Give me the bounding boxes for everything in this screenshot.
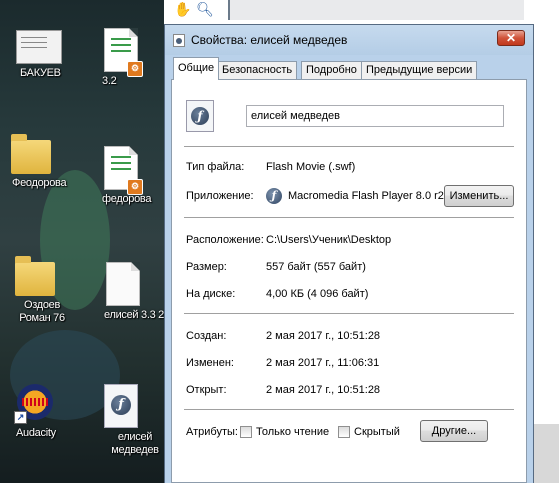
app-label: Приложение: [186, 190, 254, 202]
desktop-icon-elisey-3-3-2[interactable]: елисей 3.3 2 [90, 262, 164, 321]
zoom-icon[interactable]: 🔍︎ [196, 0, 214, 18]
change-button[interactable]: Изменить... [444, 185, 514, 207]
tab-page-general: ƒ елисей медведев Тип файла: Flash Movie… [171, 79, 527, 483]
folder-icon [15, 256, 55, 296]
title-bar[interactable]: Свойства: елисей медведев ✕ [165, 25, 533, 55]
desktop-icon-3-2[interactable]: ⚙ 3.2 [88, 28, 154, 87]
separator [184, 217, 514, 218]
opened-label: Открыт: [186, 384, 227, 396]
opened-value: 2 мая 2017 г., 10:51:28 [266, 384, 381, 396]
flash-player-icon: ƒ [266, 188, 282, 204]
tab-strip: Общие Безопасность Подробно Предыдущие в… [171, 55, 527, 80]
audacity-icon: ↗ [14, 384, 56, 424]
location-label: Расположение: [186, 234, 264, 246]
advanced-button[interactable]: Другие... [420, 420, 488, 442]
tab-details[interactable]: Подробно [301, 61, 362, 79]
size-label: Размер: [186, 261, 227, 273]
readonly-label[interactable]: Только чтение [256, 426, 329, 438]
modified-label: Изменен: [186, 357, 234, 369]
hidden-label[interactable]: Скрытый [354, 426, 400, 438]
flash-file-icon: ƒ [104, 384, 138, 428]
desktop-icon-label: БАКУЕВ [20, 67, 61, 79]
shortcut-arrow-icon: ↗ [14, 411, 27, 424]
desktop-icon-feodorova[interactable]: Феодорова [0, 134, 67, 189]
separator [184, 409, 514, 410]
disk-size-label: На диске: [186, 288, 236, 300]
file-name-input[interactable]: елисей медведев [246, 105, 504, 127]
file-type-value: Flash Movie (.swf) [266, 161, 356, 173]
dialog-title: Свойства: елисей медведев [191, 33, 348, 47]
desktop-icon-label: Audacity [16, 427, 56, 439]
app-value: Macromedia Flash Player 8.0 r22 [288, 190, 451, 202]
disk-size-value: 4,00 КБ (4 096 байт) [266, 288, 369, 300]
desktop-icon-fedorova[interactable]: ⚙ федорова [88, 146, 154, 205]
toolbar-panel [230, 0, 524, 20]
location-value: C:\Users\Ученик\Desktop [266, 234, 392, 246]
file-type-label: Тип файла: [186, 161, 245, 173]
desktop-icon-label: Оздоев Роман 76 [19, 299, 65, 324]
readonly-checkbox[interactable] [240, 426, 252, 438]
document-icon: ⚙ [104, 146, 143, 195]
separator [184, 146, 514, 147]
background-toolbar: ✋ 🔍︎ [164, 0, 559, 24]
desktop-icon-label: елисей 3.3 2 [104, 309, 164, 321]
attributes-label: Атрибуты: [186, 426, 238, 438]
tab-general[interactable]: Общие [173, 57, 220, 80]
created-value: 2 мая 2017 г., 10:51:28 [266, 330, 381, 342]
desktop-icon-label: Феодорова [12, 177, 67, 189]
desktop-icon-label: 3.2 [102, 75, 117, 87]
background-panel [534, 424, 559, 483]
desktop-area: БАКУЕВ ⚙ 3.2 Феодорова ⚙ федорова Оздоев… [0, 0, 164, 483]
separator [184, 313, 514, 314]
desktop-icon-label: федорова [102, 193, 152, 205]
tab-previous-versions[interactable]: Предыдущие версии [361, 61, 478, 79]
folder-icon [11, 134, 51, 174]
desktop-icon-label: елисей медведев [111, 431, 159, 456]
desktop-icon-audacity[interactable]: ↗ Audacity [2, 384, 68, 439]
modified-value: 2 мая 2017 г., 11:06:31 [266, 357, 380, 369]
desktop-icon-ozdoev[interactable]: Оздоев Роман 76 [2, 256, 68, 324]
desktop-icon-elisey-medvedev[interactable]: ƒ елисей медведев [88, 384, 159, 456]
document-icon: ⚙ [104, 28, 143, 77]
properties-dialog: Свойства: елисей медведев ✕ Общие Безопа… [164, 24, 534, 483]
blank-document-icon [106, 262, 140, 306]
file-properties-icon [173, 34, 185, 47]
close-button[interactable]: ✕ [497, 30, 525, 46]
created-label: Создан: [186, 330, 227, 342]
dialog-body: Общие Безопасность Подробно Предыдущие в… [171, 55, 527, 483]
tab-security[interactable]: Безопасность [217, 61, 298, 79]
background-window-edge [534, 24, 559, 483]
flash-file-icon: ƒ [186, 100, 214, 132]
hand-icon[interactable]: ✋ [174, 0, 192, 18]
hidden-checkbox[interactable] [338, 426, 350, 438]
size-value: 557 байт (557 байт) [266, 261, 366, 273]
screenshot-file-icon [16, 30, 62, 64]
desktop-icon-bakuev[interactable]: БАКУЕВ [6, 30, 72, 79]
